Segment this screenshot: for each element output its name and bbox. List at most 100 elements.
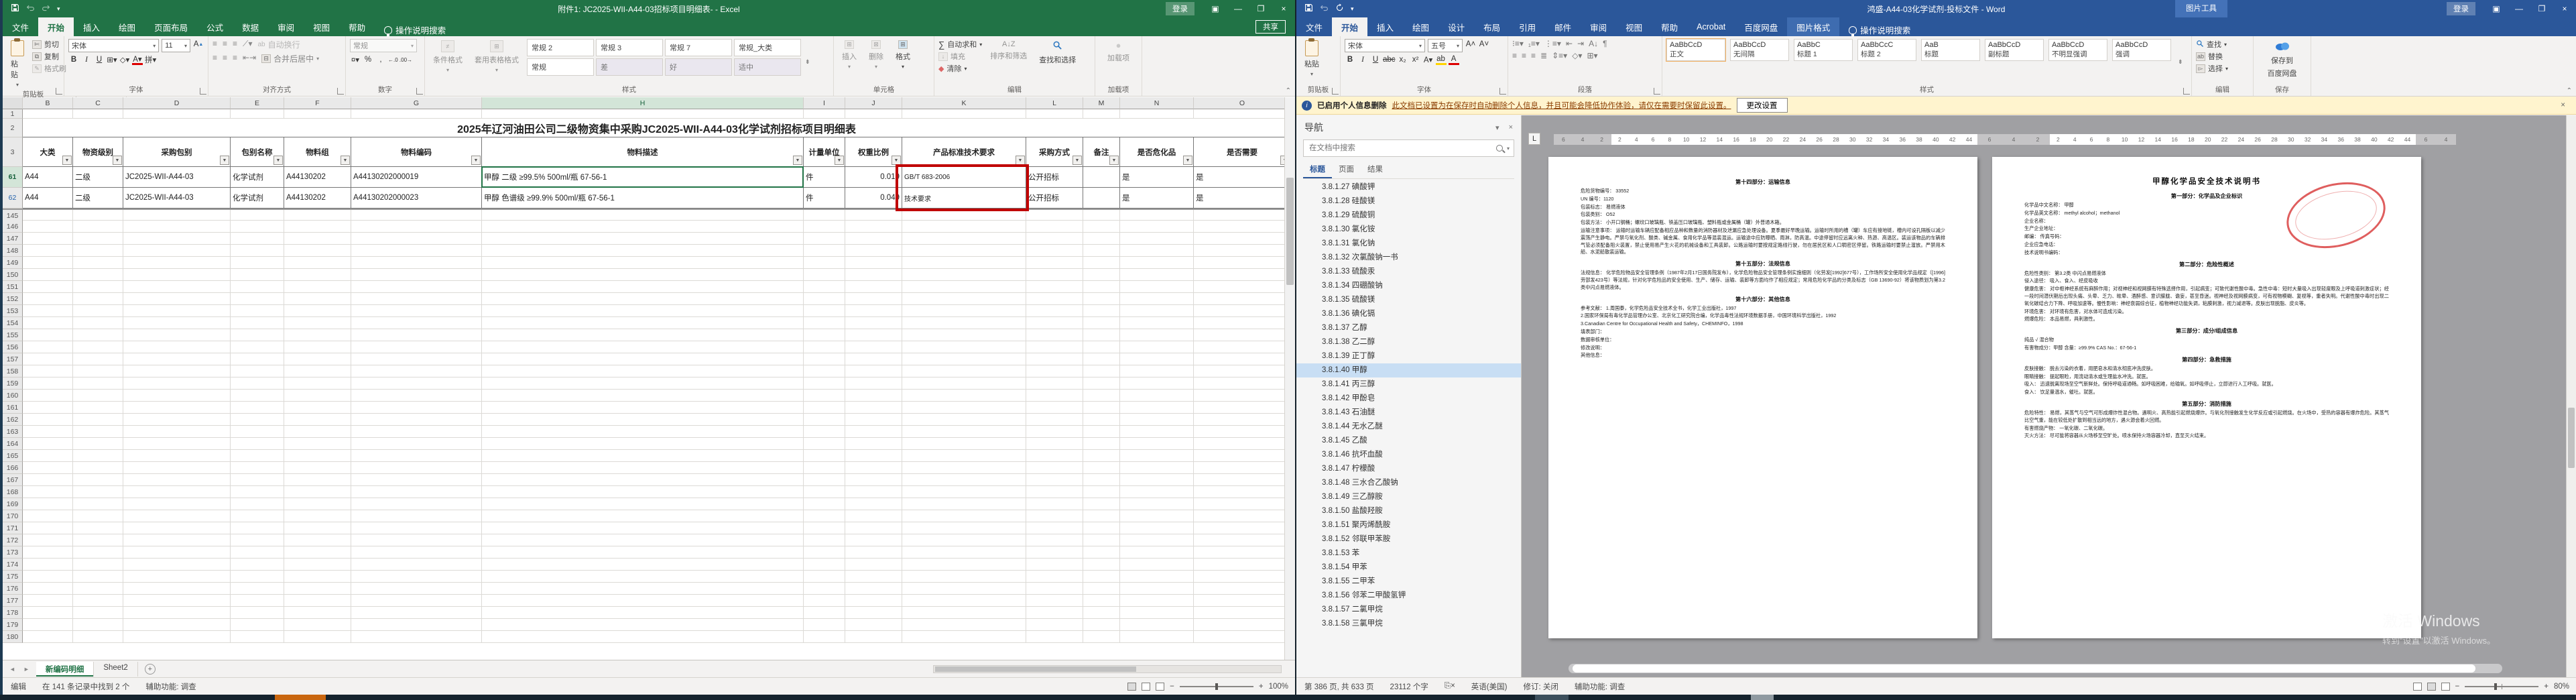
- row-header-159[interactable]: 159: [3, 377, 23, 390]
- empty-cell[interactable]: [1026, 221, 1083, 233]
- empty-cell[interactable]: [1026, 281, 1083, 293]
- empty-cell[interactable]: [73, 221, 123, 233]
- empty-cell[interactable]: [1194, 414, 1284, 426]
- column-header-L[interactable]: L: [1026, 97, 1083, 109]
- row-header-1[interactable]: 1: [3, 109, 23, 119]
- nav-item-29[interactable]: 3.8.1.56 邻苯二甲酸氢钾: [1296, 589, 1521, 603]
- empty-cell[interactable]: [482, 317, 804, 329]
- empty-cell[interactable]: [804, 486, 845, 498]
- page-layout-view-icon[interactable]: [1142, 682, 1151, 691]
- empty-cell[interactable]: [231, 546, 284, 559]
- empty-cell[interactable]: [73, 510, 123, 522]
- empty-cell[interactable]: [845, 534, 902, 546]
- empty-cell[interactable]: [1194, 269, 1284, 281]
- empty-cell[interactable]: [1120, 233, 1194, 245]
- style-card-3[interactable]: AaBbCcC 标题 2: [1857, 39, 1916, 61]
- word-ribbon-options-icon[interactable]: ▣: [2485, 0, 2508, 17]
- empty-cell[interactable]: [1083, 402, 1120, 414]
- empty-cell[interactable]: [482, 426, 804, 438]
- empty-cell[interactable]: [1026, 631, 1083, 643]
- empty-cell[interactable]: [1120, 109, 1194, 119]
- empty-cell[interactable]: [351, 619, 482, 631]
- insert-cells-button[interactable]: ⊞ 插入 ▾: [838, 39, 861, 71]
- excel-tab-6[interactable]: 数据: [233, 17, 268, 36]
- tell-me-search[interactable]: 操作说明搜索: [1839, 23, 1920, 36]
- empty-cell[interactable]: [845, 438, 902, 450]
- nav-item-12[interactable]: 3.8.1.39 正丁醇: [1296, 349, 1521, 363]
- empty-cell[interactable]: [231, 619, 284, 631]
- empty-cell[interactable]: [123, 619, 231, 631]
- empty-cell[interactable]: [845, 269, 902, 281]
- data-cell-61-11[interactable]: [1083, 167, 1120, 188]
- empty-cell[interactable]: [804, 269, 845, 281]
- empty-cell[interactable]: [1083, 583, 1120, 595]
- empty-cell[interactable]: [231, 462, 284, 474]
- empty-cell[interactable]: [1026, 546, 1083, 559]
- empty-cell[interactable]: [351, 571, 482, 583]
- table-header-4[interactable]: 物料组 ▼: [284, 137, 351, 167]
- empty-cell[interactable]: [482, 631, 804, 643]
- row-header-166[interactable]: 166: [3, 462, 23, 474]
- row-header-151[interactable]: 151: [3, 281, 23, 293]
- empty-cell[interactable]: [1120, 365, 1194, 377]
- align-middle-icon[interactable]: ≡: [223, 39, 227, 50]
- empty-cell[interactable]: [231, 486, 284, 498]
- empty-cell[interactable]: [804, 353, 845, 365]
- column-header-M[interactable]: M: [1083, 97, 1120, 109]
- excel-tab-0[interactable]: 文件: [3, 17, 38, 36]
- nav-item-9[interactable]: 3.8.1.36 碘化镉: [1296, 307, 1521, 321]
- autosum-button[interactable]: ∑ 自动求和 ▾: [938, 39, 982, 50]
- empty-cell[interactable]: [73, 462, 123, 474]
- empty-cell[interactable]: [482, 305, 804, 317]
- empty-cell[interactable]: [231, 281, 284, 293]
- row-header-147[interactable]: 147: [3, 233, 23, 245]
- empty-cell[interactable]: [284, 341, 351, 353]
- empty-cell[interactable]: [1083, 414, 1120, 426]
- word-restore-button[interactable]: ❐: [2530, 0, 2553, 17]
- phonetic-icon[interactable]: 拼▾: [145, 54, 156, 65]
- empty-cell[interactable]: [1026, 474, 1083, 486]
- empty-cell[interactable]: [23, 414, 73, 426]
- delete-cells-button[interactable]: ⊠ 删除 ▾: [865, 39, 887, 71]
- nav-search-box[interactable]: ▾: [1303, 139, 1514, 157]
- empty-cell[interactable]: [23, 269, 73, 281]
- style-card-2[interactable]: AaBbC 标题 1: [1794, 39, 1853, 61]
- row-header-168[interactable]: 168: [3, 486, 23, 498]
- empty-cell[interactable]: [1120, 546, 1194, 559]
- nav-item-18[interactable]: 3.8.1.45 乙酸: [1296, 434, 1521, 448]
- empty-cell[interactable]: [231, 377, 284, 390]
- row-header-2[interactable]: 2: [3, 119, 23, 137]
- empty-cell[interactable]: [123, 390, 231, 402]
- empty-cell[interactable]: [804, 546, 845, 559]
- empty-cell[interactable]: [23, 281, 73, 293]
- empty-cell[interactable]: [1194, 619, 1284, 631]
- empty-cell[interactable]: [1194, 281, 1284, 293]
- empty-cell[interactable]: [804, 245, 845, 257]
- word-horizontal-scrollbar[interactable]: [1569, 664, 2502, 673]
- empty-cell[interactable]: [123, 233, 231, 245]
- save-icon[interactable]: [1304, 3, 1313, 14]
- empty-cell[interactable]: [845, 414, 902, 426]
- empty-cell[interactable]: [351, 377, 482, 390]
- proofing-icon[interactable]: ⎘×: [1436, 682, 1463, 691]
- empty-cell[interactable]: [351, 414, 482, 426]
- nav-options-icon[interactable]: ▾: [1495, 123, 1499, 132]
- empty-cell[interactable]: [804, 329, 845, 341]
- nav-item-2[interactable]: 3.8.1.29 硫酸铜: [1296, 209, 1521, 223]
- clear-button[interactable]: ◆ 清除 ▾: [938, 63, 982, 74]
- empty-cell[interactable]: [902, 329, 1026, 341]
- empty-cell[interactable]: [351, 450, 482, 462]
- empty-cell[interactable]: [804, 293, 845, 305]
- table-header-8[interactable]: 权重比例 ▼: [845, 137, 902, 167]
- empty-cell[interactable]: [1026, 534, 1083, 546]
- nav-search-input[interactable]: [1308, 143, 1496, 153]
- empty-cell[interactable]: [1194, 426, 1284, 438]
- empty-cell[interactable]: [231, 233, 284, 245]
- word-minimize-button[interactable]: —: [2508, 0, 2530, 17]
- table-header-2[interactable]: 采购包别 ▼: [123, 137, 231, 167]
- empty-cell[interactable]: [902, 498, 1026, 510]
- empty-cell[interactable]: [123, 559, 231, 571]
- empty-cell[interactable]: [123, 317, 231, 329]
- empty-cell[interactable]: [804, 498, 845, 510]
- empty-cell[interactable]: [845, 245, 902, 257]
